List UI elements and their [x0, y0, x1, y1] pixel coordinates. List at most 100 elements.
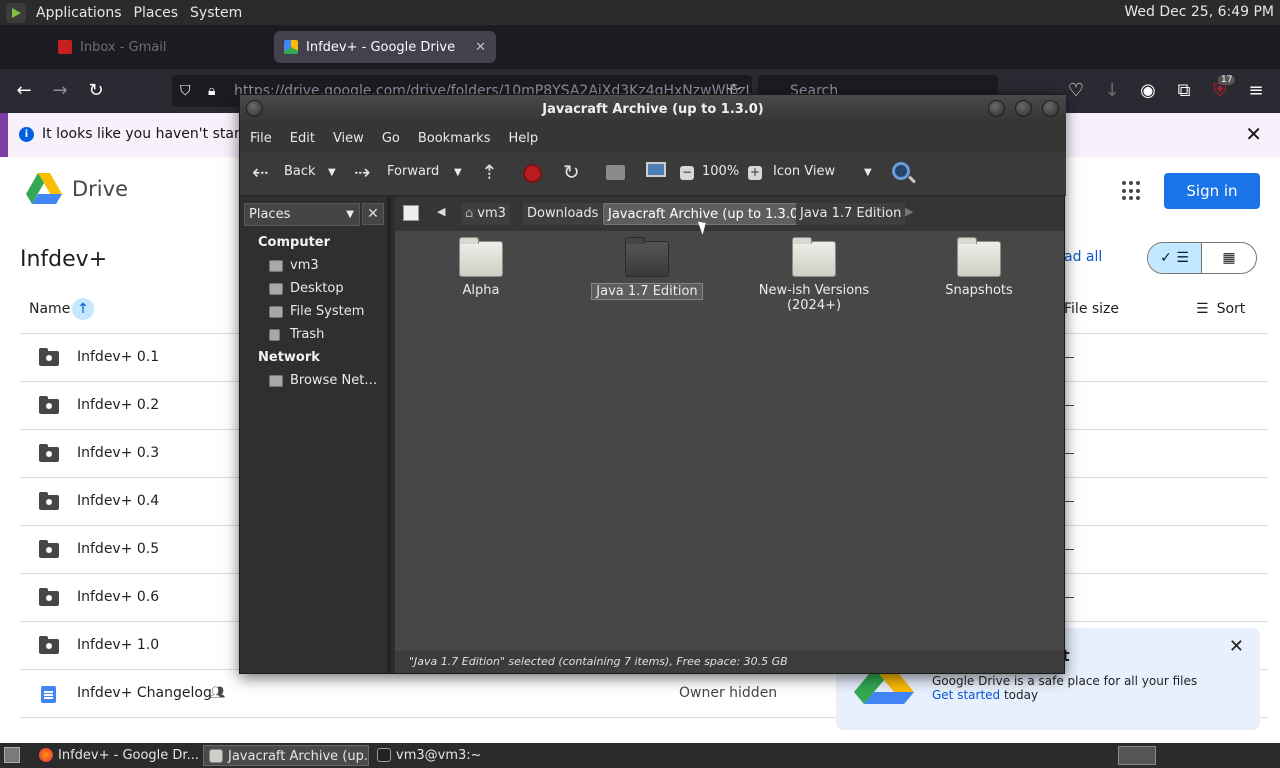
sort-label: Sort [1216, 301, 1246, 317]
file-name: Infdev+ Changelog [77, 685, 212, 701]
tracking-shield-icon[interactable]: ⛉ [180, 75, 191, 107]
window-menu-icon[interactable] [246, 100, 263, 117]
download-all-link[interactable]: ad all [1064, 249, 1102, 265]
zoom-out-icon[interactable]: − [680, 166, 694, 180]
distro-logo-icon[interactable] [6, 2, 26, 23]
task-firefox[interactable]: Infdev+ - Google Dr... [34, 745, 200, 766]
back-button[interactable]: Back [284, 164, 316, 179]
window-titlebar[interactable]: Javacraft Archive (up to 1.3.0) [240, 95, 1066, 124]
downloads-icon[interactable]: ↓ [1098, 77, 1126, 105]
google-drive-logo-icon[interactable] [26, 173, 62, 205]
sidebar-item-vm3[interactable]: vm3 [290, 258, 319, 273]
panel-clock[interactable]: Wed Dec 25, 6:49 PM [1124, 4, 1274, 20]
sort-ascending-arrow-icon[interactable]: ↑ [72, 298, 94, 320]
sidebar-item-file-system[interactable]: File System [290, 304, 364, 319]
folder-icon [625, 237, 669, 277]
get-started-link[interactable]: Get started [932, 688, 1000, 702]
bottom-taskbar: Infdev+ - Google Dr... Javacraft Archive… [0, 743, 1280, 768]
shared-folder-icon [39, 396, 59, 414]
menu-edit[interactable]: Edit [284, 131, 321, 146]
shared-folder-icon [39, 540, 59, 558]
location-edit-icon[interactable] [403, 205, 419, 221]
system-menu[interactable]: System [184, 5, 248, 21]
back-arrow-icon[interactable]: ← [10, 77, 38, 105]
back-history-dropdown-icon[interactable]: ▼ [328, 167, 336, 178]
zoom-in-icon[interactable]: + [748, 166, 762, 180]
home-folder-icon [269, 260, 283, 272]
grid-view-button[interactable]: ▦ [1202, 243, 1256, 273]
stop-icon[interactable] [523, 164, 542, 183]
menu-go[interactable]: Go [376, 131, 406, 146]
reload-icon[interactable]: ↻ [82, 77, 110, 105]
sort-button[interactable]: ☰ Sort [1196, 301, 1245, 317]
close-sidebar-icon[interactable]: ✕ [362, 203, 384, 225]
close-notification-icon[interactable]: ✕ [1245, 122, 1262, 146]
crumb-javacraft-archive[interactable]: Javacraft Archive (up to 1.3.0) [603, 203, 809, 225]
desktop-icon [269, 283, 283, 295]
sidebar-selector[interactable]: Places ▼ [244, 203, 360, 226]
search-icon[interactable] [892, 162, 910, 180]
folder-item[interactable]: Alpha [421, 237, 541, 298]
hamburger-menu-icon[interactable]: ≡ [1242, 77, 1270, 105]
show-desktop-icon[interactable] [4, 747, 20, 763]
list-view-button[interactable]: ✓ ☰ [1148, 243, 1203, 273]
back-icon[interactable]: ⇠ [252, 160, 269, 184]
sign-in-button[interactable]: Sign in [1164, 173, 1260, 209]
close-window-icon[interactable] [1042, 100, 1059, 117]
drive-brand-title[interactable]: Drive [72, 177, 128, 201]
ublock-badge: 17 [1218, 75, 1236, 85]
icon-view[interactable]: Alpha Java 1.7 Edition New-ish Versions … [395, 231, 1064, 651]
tab-google-drive[interactable]: Infdev+ - Google Drive ✕ [274, 31, 496, 63]
file-name: Infdev+ 0.2 [77, 397, 160, 413]
folder-item[interactable]: New-ish Versions (2024+) [754, 237, 874, 313]
crumb-vm3[interactable]: ⌂ vm3 [461, 203, 510, 225]
home-icon[interactable] [606, 165, 625, 180]
folder-item[interactable]: Java 1.7 Edition [587, 237, 707, 300]
maximize-icon[interactable] [1015, 100, 1032, 117]
sidebar-item-trash[interactable]: Trash [290, 327, 324, 342]
forward-arrow-icon[interactable]: → [46, 77, 74, 105]
close-tab-icon[interactable]: ✕ [475, 40, 486, 55]
places-menu[interactable]: Places [128, 5, 185, 21]
menu-file[interactable]: File [244, 131, 278, 146]
account-icon[interactable]: ◉ [1134, 77, 1162, 105]
crumb-scroll-right-icon[interactable]: ▶ [905, 205, 913, 218]
up-icon[interactable]: ⇡ [481, 160, 498, 184]
google-apps-icon[interactable] [1122, 181, 1142, 201]
zoom-level[interactable]: 100% [702, 164, 739, 179]
view-mode-dropdown-icon[interactable]: ▼ [864, 167, 872, 178]
forward-icon[interactable]: ⇢ [354, 160, 371, 184]
tab-gmail[interactable]: Inbox - Gmail [48, 31, 270, 63]
forward-history-dropdown-icon[interactable]: ▼ [454, 167, 462, 178]
crumb-downloads[interactable]: Downloads [523, 203, 603, 225]
trash-icon [269, 329, 280, 341]
minimize-icon[interactable] [988, 100, 1005, 117]
file-name: Infdev+ 0.6 [77, 589, 160, 605]
view-mode-select[interactable]: Icon View [773, 164, 835, 179]
network-icon [269, 375, 283, 387]
menu-help[interactable]: Help [502, 131, 544, 146]
reload-icon[interactable]: ↻ [563, 160, 580, 184]
column-header-name[interactable]: Name [29, 301, 70, 317]
computer-icon[interactable] [646, 162, 666, 177]
menu-bookmarks[interactable]: Bookmarks [412, 131, 497, 146]
sidebar-header-computer: Computer [258, 235, 331, 250]
menu-view[interactable]: View [327, 131, 370, 146]
workspace-switcher[interactable] [1118, 746, 1156, 765]
shared-folder-icon [39, 444, 59, 462]
column-header-file-size[interactable]: File size [1064, 301, 1119, 317]
folder-item[interactable]: Snapshots [919, 237, 1039, 298]
crumb-java-1-7-edition[interactable]: Java 1.7 Edition [796, 203, 906, 225]
forward-button[interactable]: Forward [387, 164, 439, 179]
task-file-manager[interactable]: Javacraft Archive (up... [203, 745, 369, 766]
sidebar-item-browse-network[interactable]: Browse Net… [290, 373, 377, 388]
lock-icon[interactable]: 🔒︎ [208, 75, 215, 107]
close-promo-icon[interactable]: ✕ [1229, 636, 1244, 657]
sidebar-item-desktop[interactable]: Desktop [290, 281, 344, 296]
crumb-scroll-left-icon[interactable]: ◀ [437, 205, 445, 218]
gmail-icon [58, 40, 72, 54]
task-terminal[interactable]: vm3@vm3:~ [372, 745, 538, 766]
extensions-icon[interactable]: ⧉ [1170, 77, 1198, 105]
applications-menu[interactable]: Applications [30, 5, 128, 21]
pocket-icon[interactable]: ♡ [1062, 77, 1090, 105]
